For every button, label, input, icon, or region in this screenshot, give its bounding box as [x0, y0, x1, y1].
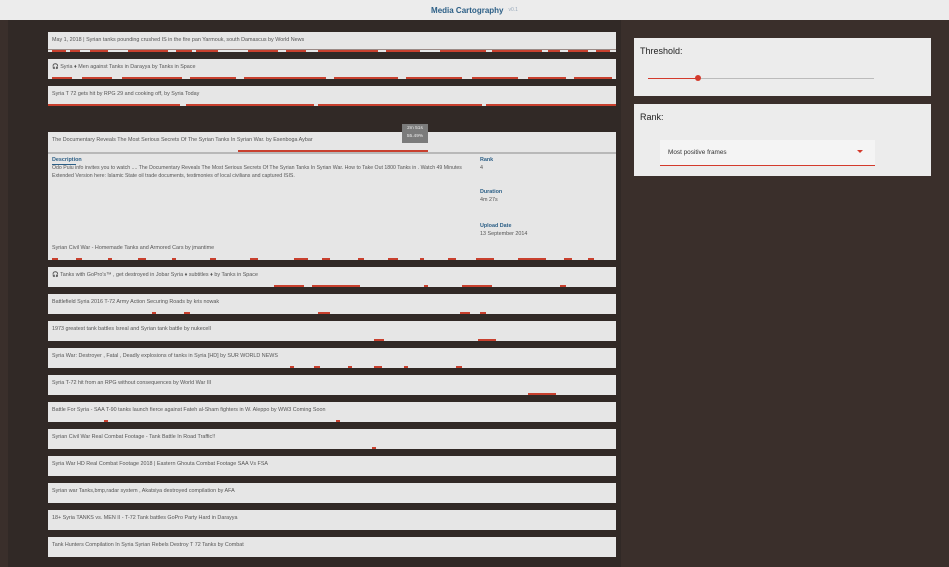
frame-markers — [48, 284, 616, 287]
video-row[interactable]: 1973 greatest tank battles Isreal and Sy… — [48, 321, 616, 341]
rank-value: 4 — [480, 165, 483, 171]
video-row[interactable]: Syria War: Destroyer , Fatal , Deadly ex… — [48, 348, 616, 368]
video-title[interactable]: 18+ Syria TANKS vs. MEN II - T-72 Tank b… — [52, 515, 238, 521]
frame-markers — [48, 257, 616, 260]
upload-date-label: Upload Date — [480, 223, 512, 229]
video-row[interactable]: May 1, 2018 | Syrian tanks pounding crus… — [48, 32, 616, 52]
video-row[interactable]: Syria T-72 hit from an RPG without conse… — [48, 375, 616, 395]
video-row[interactable]: Syria War HD Real Combat Footage 2018 | … — [48, 456, 616, 476]
video-row[interactable]: Syria T 72 gets hit by RPG 29 and cookin… — [48, 86, 616, 106]
video-row[interactable]: Tank Hunters Compilation In Syria Syrian… — [48, 537, 616, 557]
frame-markers — [48, 311, 616, 314]
rank-label: Rank — [480, 157, 494, 163]
video-title[interactable]: Syrian war Tanks,bmp,radar system , Akat… — [52, 488, 235, 494]
duration-value: 4m 27s — [480, 197, 498, 203]
rank-panel: Rank: Most positive frames — [634, 104, 931, 176]
video-title[interactable]: Battle For Syria - SAA T-90 tanks launch… — [52, 407, 325, 413]
video-title[interactable]: Syria T 72 gets hit by RPG 29 and cookin… — [52, 91, 199, 97]
video-row[interactable]: Syrian Civil War Real Combat Footage - T… — [48, 429, 616, 449]
frame-markers — [48, 103, 616, 106]
frame-markers — [48, 446, 616, 449]
progress-tooltip: 2m 51s 55.49% — [402, 124, 428, 143]
video-row[interactable]: 18+ Syria TANKS vs. MEN II - T-72 Tank b… — [48, 510, 616, 530]
video-title[interactable]: Syria War HD Real Combat Footage 2018 | … — [52, 461, 268, 467]
tooltip-percent: 55.49% — [406, 134, 424, 139]
rank-select[interactable]: Most positive frames — [660, 140, 875, 166]
expanded-video-card: The Documentary Reveals The Most Serious… — [48, 124, 616, 253]
app-version: v0.1 — [508, 7, 518, 13]
expanded-video-row[interactable]: The Documentary Reveals The Most Serious… — [48, 124, 616, 152]
video-title[interactable]: The Documentary Reveals The Most Serious… — [52, 137, 313, 143]
frame-markers — [48, 338, 616, 341]
divider — [48, 152, 616, 154]
tooltip-time: 2m 51s — [407, 126, 423, 131]
app-header: Media Cartography v0.1 — [0, 0, 949, 20]
upload-date-value: 13 September 2014 — [480, 231, 528, 237]
video-row[interactable]: Battle For Syria - SAA T-90 tanks launch… — [48, 402, 616, 422]
threshold-panel: Threshold: — [634, 38, 931, 96]
video-row[interactable]: Syrian Civil War - Homemade Tanks and Ar… — [48, 240, 616, 260]
rank-panel-label: Rank: — [640, 112, 664, 122]
video-title[interactable]: Battlefield Syria 2016 T-72 Army Action … — [52, 299, 219, 305]
threshold-label: Threshold: — [640, 46, 683, 56]
video-row[interactable]: 🎧 Tanks with GoPro's™ , get destroyed in… — [48, 267, 616, 287]
frame-markers — [48, 76, 616, 79]
app-title: Media Cartography — [431, 5, 504, 15]
duration-label: Duration — [480, 189, 503, 195]
frame-markers — [48, 49, 616, 52]
frame-markers — [48, 419, 616, 422]
threshold-slider-thumb[interactable] — [694, 75, 701, 81]
video-title[interactable]: 🎧 Tanks with GoPro's™ , get destroyed in… — [52, 272, 258, 278]
frame-markers — [48, 392, 616, 395]
video-title[interactable]: 🎧 Syria ♦ Men against Tanks in Darayya b… — [52, 64, 196, 70]
video-row[interactable]: 🎧 Syria ♦ Men against Tanks in Darayya b… — [48, 59, 616, 79]
video-row[interactable]: Battlefield Syria 2016 T-72 Army Action … — [48, 294, 616, 314]
video-title[interactable]: Syria T-72 hit from an RPG without conse… — [52, 380, 211, 386]
video-title[interactable]: Syrian Civil War Real Combat Footage - T… — [52, 434, 215, 440]
video-row[interactable]: Syrian war Tanks,bmp,radar system , Akat… — [48, 483, 616, 503]
rank-select-value: Most positive frames — [668, 149, 727, 156]
frame-markers — [48, 365, 616, 368]
description-text: Odo Puiu info invites you to watch .... … — [52, 165, 462, 179]
threshold-slider-fill — [648, 78, 698, 79]
chevron-down-icon[interactable] — [857, 150, 863, 153]
video-title[interactable]: May 1, 2018 | Syrian tanks pounding crus… — [52, 37, 304, 43]
video-title[interactable]: Syrian Civil War - Homemade Tanks and Ar… — [52, 245, 214, 251]
video-title[interactable]: Tank Hunters Compilation In Syria Syrian… — [52, 542, 244, 548]
description-label: Description — [52, 157, 82, 165]
video-title[interactable]: 1973 greatest tank battles Isreal and Sy… — [52, 326, 211, 332]
video-list: May 1, 2018 | Syrian tanks pounding crus… — [8, 20, 621, 567]
video-title[interactable]: Syria War: Destroyer , Fatal , Deadly ex… — [52, 353, 278, 359]
